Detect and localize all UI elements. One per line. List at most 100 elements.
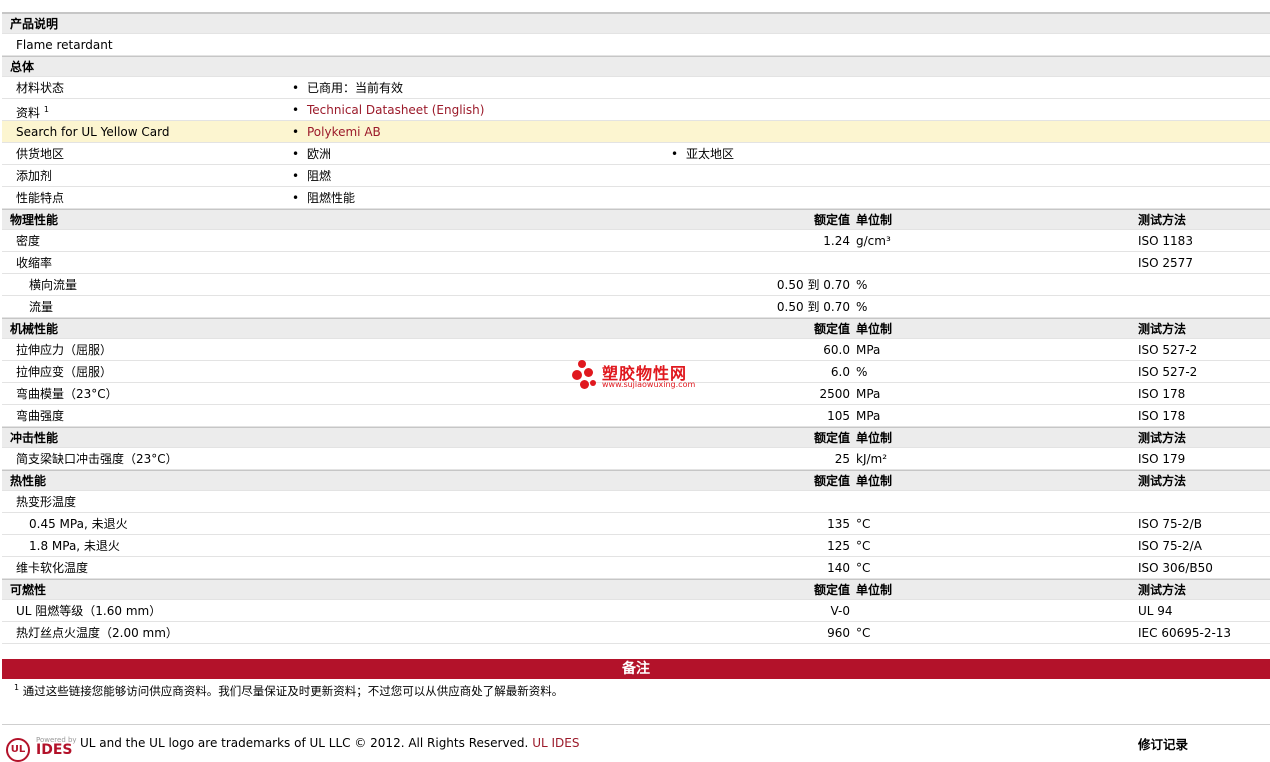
property-method: ISO 75-2/A (1138, 539, 1202, 553)
property-value: 105 (827, 409, 850, 423)
property-value: 960 (827, 626, 850, 640)
header-method: 测试方法 (1138, 474, 1187, 488)
property-unit: g/cm³ (856, 234, 891, 248)
section-thermal: 热性能 额定值 单位制 测试方法 (2, 470, 1270, 491)
section-description: 产品说明 (2, 13, 1270, 34)
property-method: ISO 2577 (1138, 256, 1193, 270)
property-value: 6.0 (830, 365, 850, 379)
general-row-docs: 资料 1 Technical Datasheet (English) (2, 99, 1270, 121)
notes-header: 备注 (2, 659, 1270, 679)
region-europe: 欧洲 (292, 143, 331, 165)
property-label: UL 阻燃等级（1.60 mm） (16, 604, 162, 618)
footer-divider (2, 724, 1270, 725)
row-value: 阻燃性能 (292, 187, 355, 209)
property-value: 1.24 (823, 234, 850, 248)
property-label: 简支梁缺口冲击强度（23°C） (16, 452, 178, 466)
watermark-url: www.sujiaowuxing.com (602, 380, 696, 389)
description-row: Flame retardant (2, 34, 1270, 56)
property-value: 2500 (819, 387, 850, 401)
section-title: 产品说明 (10, 17, 59, 31)
ul-yellow-card-label: Search for UL Yellow Card (16, 125, 170, 139)
row-label: 材料状态 (16, 81, 65, 95)
general-row-ul: Search for UL Yellow Card Polykemi AB (2, 121, 1270, 143)
property-method: ISO 527-2 (1138, 365, 1198, 379)
description-text: Flame retardant (16, 38, 113, 52)
general-row-region: 供货地区 欧洲 亚太地区 (2, 143, 1270, 165)
watermark-dot (580, 380, 589, 389)
ul-ides-link[interactable]: UL IDES (532, 736, 579, 750)
property-row: 热变形温度 (2, 491, 1270, 513)
property-method: ISO 75-2/B (1138, 517, 1202, 531)
footnote: 1 通过这些链接您能够访问供应商资料。我们尽量保证及时更新资料；不过您可以从供应… (14, 683, 563, 699)
header-unit: 单位制 (856, 431, 893, 445)
row-label: 添加剂 (16, 169, 53, 183)
watermark-logo: 塑胶物性网 www.sujiaowuxing.com (572, 358, 712, 394)
header-unit: 单位制 (856, 474, 893, 488)
general-row-feature: 性能特点 阻燃性能 (2, 187, 1270, 209)
property-unit: °C (856, 626, 871, 640)
property-label: 维卡软化温度 (16, 561, 89, 575)
row-value: 已商用：当前有效 (292, 77, 403, 99)
watermark-dot (578, 360, 586, 368)
header-unit: 单位制 (856, 322, 893, 336)
property-label: 热灯丝点火温度（2.00 mm） (16, 626, 178, 640)
header-unit: 单位制 (856, 583, 893, 597)
property-method: UL 94 (1138, 604, 1173, 618)
section-title: 热性能 (10, 474, 47, 488)
header-nominal: 额定值 (813, 431, 850, 445)
section-flammability: 可燃性 额定值 单位制 测试方法 (2, 579, 1270, 600)
property-method: ISO 527-2 (1138, 343, 1198, 357)
section-title: 物理性能 (10, 213, 59, 227)
property-value: 140 (827, 561, 850, 575)
ul-logo-icon: UL (6, 738, 30, 762)
section-physical: 物理性能 额定值 单位制 测试方法 (2, 209, 1270, 230)
property-label: 密度 (16, 234, 41, 248)
property-value: 135 (827, 517, 850, 531)
polykemi-link[interactable]: Polykemi AB (307, 125, 381, 139)
property-method: ISO 178 (1138, 387, 1186, 401)
header-nominal: 额定值 (813, 583, 850, 597)
property-label: 弯曲模量（23°C） (16, 387, 118, 401)
property-value: V-0 (830, 604, 850, 618)
section-impact: 冲击性能 额定值 单位制 测试方法 (2, 427, 1270, 448)
property-unit: MPa (856, 409, 881, 423)
property-unit: % (856, 365, 868, 379)
property-label: 收缩率 (16, 256, 53, 270)
ides-logo-text: IDES (36, 742, 73, 758)
footnote-text: 通过这些链接您能够访问供应商资料。我们尽量保证及时更新资料；不过您可以从供应商处… (22, 684, 564, 698)
property-unit: °C (856, 517, 871, 531)
property-method: ISO 178 (1138, 409, 1186, 423)
bullet: Polykemi AB (292, 121, 381, 143)
property-row: 0.45 MPa, 未退火 135 °C ISO 75-2/B (2, 513, 1270, 535)
property-value: 0.50 到 0.70 (776, 300, 850, 314)
header-nominal: 额定值 (813, 474, 850, 488)
property-row: 弯曲强度 105 MPa ISO 178 (2, 405, 1270, 427)
property-value: 0.50 到 0.70 (776, 278, 850, 292)
watermark-dot (590, 380, 596, 386)
ul-ides-logo: UL Powered by IDES (6, 736, 86, 762)
technical-datasheet-link[interactable]: Technical Datasheet (English) (307, 103, 484, 117)
section-title: 总体 (10, 60, 35, 74)
header-method: 测试方法 (1138, 583, 1187, 597)
property-row: UL 阻燃等级（1.60 mm） V-0 UL 94 (2, 600, 1270, 622)
property-row: 维卡软化温度 140 °C ISO 306/B50 (2, 557, 1270, 579)
property-unit: °C (856, 561, 871, 575)
header-method: 测试方法 (1138, 431, 1187, 445)
bullet: Technical Datasheet (English) (292, 99, 484, 121)
property-label: 1.8 MPa, 未退火 (29, 539, 120, 553)
property-label: 流量 (29, 300, 54, 314)
property-row: 密度 1.24 g/cm³ ISO 1183 (2, 230, 1270, 252)
property-row: 热灯丝点火温度（2.00 mm） 960 °C IEC 60695-2-13 (2, 622, 1270, 644)
row-label: 性能特点 (16, 191, 65, 205)
row-label: 供货地区 (16, 147, 65, 161)
property-row: 横向流量 0.50 到 0.70% (2, 274, 1270, 296)
trademark-notice: UL and the UL logo are trademarks of UL … (80, 736, 579, 750)
property-value: 60.0 (823, 343, 850, 357)
property-unit: °C (856, 539, 871, 553)
property-unit: MPa (856, 343, 881, 357)
section-general: 总体 (2, 56, 1270, 77)
footnote-marker: 1 (14, 683, 20, 693)
property-unit: % (856, 278, 868, 292)
section-title: 机械性能 (10, 322, 59, 336)
revision-history[interactable]: 修订记录 (1138, 734, 1188, 753)
